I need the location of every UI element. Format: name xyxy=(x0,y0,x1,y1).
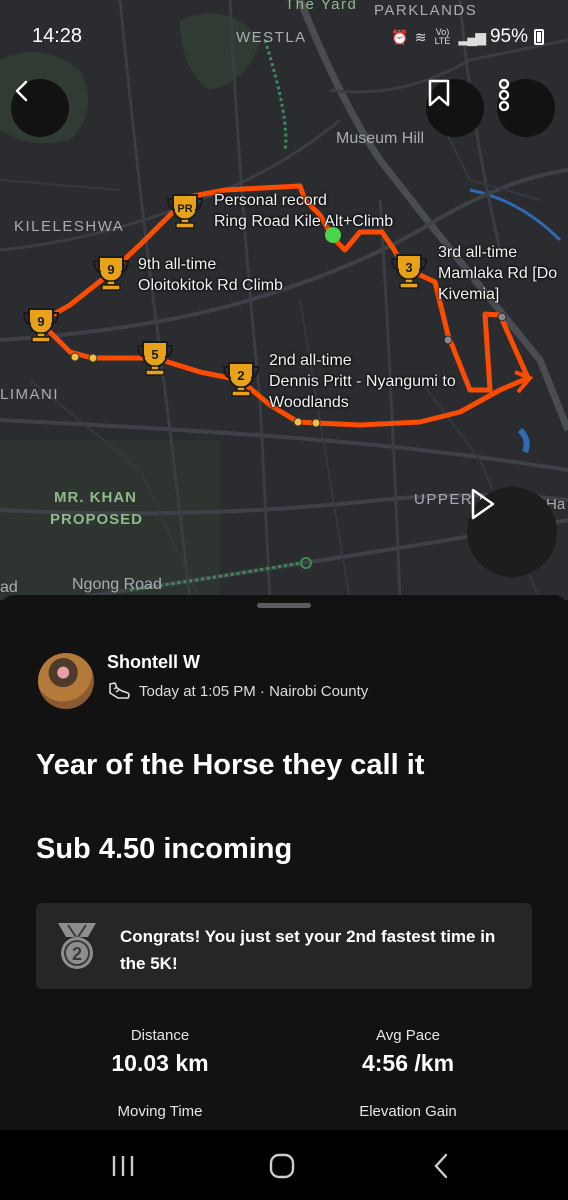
stat-moving-time: Moving Time xyxy=(60,1103,260,1120)
trophy-3-icon[interactable]: 3 xyxy=(391,252,427,290)
stat-avg-pace: Avg Pace 4:56 /km xyxy=(308,1027,508,1077)
segment-rank: Personal record xyxy=(214,192,327,209)
segment-name: Oloitokitok Rd Climb xyxy=(138,277,283,294)
bookmark-button[interactable] xyxy=(426,79,484,137)
nav-recents-button[interactable] xyxy=(103,1150,143,1182)
activity-date-location: Today at 1:05 PM · Nairobi County xyxy=(139,682,369,700)
segment-rank: 2nd all-time xyxy=(269,352,352,369)
trophy-pr-text: PR xyxy=(177,203,192,215)
play-icon xyxy=(471,488,495,520)
segment-name-cont: Woodlands xyxy=(269,394,349,411)
segment-label-2nd[interactable]: 2nd all-time Dennis Pritt - Nyangumi to … xyxy=(269,350,456,413)
trophy-9b-icon[interactable]: 9 xyxy=(23,306,59,344)
alarm-icon: ⏰ xyxy=(391,28,409,45)
battery-icon xyxy=(534,29,544,45)
shoe-icon xyxy=(109,682,130,699)
recents-icon xyxy=(112,1156,134,1176)
athlete-name[interactable]: Shontell W xyxy=(107,652,200,673)
trophy-5-icon[interactable]: 5 xyxy=(137,339,173,377)
activity-title: Year of the Horse they call it xyxy=(36,749,425,781)
signal-icon: ▂▄▆ xyxy=(458,28,486,45)
stat-value: 4:56 /km xyxy=(361,1050,455,1076)
system-nav-bar xyxy=(0,1130,568,1200)
nav-back-button[interactable] xyxy=(421,1150,461,1182)
segment-name: Mamlaka Rd [Do xyxy=(438,265,558,282)
map-label-museum-hill: Museum Hill xyxy=(336,130,425,147)
route-map[interactable]: The Yard PARKLANDS WESTLA Museum Hill KI… xyxy=(0,0,568,600)
nav-home-button[interactable] xyxy=(262,1150,302,1182)
more-options-button[interactable] xyxy=(497,79,555,137)
back-arrow-icon xyxy=(15,80,28,102)
battery-percent: 95% xyxy=(489,26,528,47)
segment-label-pr[interactable]: Personal record Ring Road Kile Alt+Climb xyxy=(214,190,393,232)
segment-label-9th[interactable]: 9th all-time Oloitokitok Rd Climb xyxy=(138,254,283,296)
trophy-2-text: 2 xyxy=(237,368,244,383)
status-icons: ⏰ ≋ Vo) LTE ▂▄▆ 95% xyxy=(391,26,544,48)
status-clock: 14:28 xyxy=(32,25,83,47)
trophy-9-icon[interactable]: 9 xyxy=(93,254,129,292)
sheet-drag-handle[interactable] xyxy=(257,603,311,608)
bookmark-icon xyxy=(428,79,450,107)
stat-label: Elevation Gain xyxy=(359,1103,457,1120)
activity-meta: Today at 1:05 PM · Nairobi County xyxy=(107,681,368,701)
map-label-ngong-road: Ngong Road xyxy=(72,576,162,593)
segment-rank: 9th all-time xyxy=(138,256,217,273)
segment-label-3rd[interactable]: 3rd all-time Mamlaka Rd [Do Kivemia] xyxy=(438,242,557,305)
trophy-9b-text: 9 xyxy=(37,314,44,329)
activity-description: Sub 4.50 incoming xyxy=(36,833,293,865)
map-label-kileleshwa: KILELESHWA xyxy=(14,218,125,235)
stat-label: Moving Time xyxy=(117,1103,203,1120)
network-type-icon: Vo) LTE xyxy=(434,27,451,46)
trophy-3-text: 3 xyxy=(405,260,412,275)
achievement-banner[interactable]: 2 Congrats! You just set your 2nd fastes… xyxy=(36,903,532,989)
map-label-limani: LIMANI xyxy=(0,386,60,403)
back-icon xyxy=(434,1153,448,1179)
avatar[interactable] xyxy=(38,653,94,709)
segment-name: Ring Road Kile Alt+Climb xyxy=(214,213,394,230)
stat-label: Distance xyxy=(130,1027,190,1044)
back-button[interactable] xyxy=(11,79,69,137)
trophy-9-text: 9 xyxy=(107,262,114,277)
play-flyover-button[interactable] xyxy=(467,487,557,577)
segment-rank: 3rd all-time xyxy=(438,244,518,261)
more-vertical-icon xyxy=(498,79,510,111)
segment-name: Dennis Pritt - Nyangumi to xyxy=(269,373,456,390)
trophy-5-text: 5 xyxy=(151,347,158,362)
segment-name-cont: Kivemia] xyxy=(438,286,500,303)
medal-rank: 2 xyxy=(72,944,82,964)
stat-elevation-gain: Elevation Gain xyxy=(308,1103,508,1120)
stat-value: 10.03 km xyxy=(111,1050,209,1076)
trophy-pr-icon[interactable]: PR xyxy=(167,192,203,230)
achievement-text: Congrats! You just set your 2nd fastest … xyxy=(120,927,496,973)
activity-sheet[interactable]: Shontell W Today at 1:05 PM · Nairobi Co… xyxy=(0,595,568,1130)
wifi-icon: ≋ xyxy=(414,28,427,45)
trophy-2-icon[interactable]: 2 xyxy=(223,360,259,398)
home-icon xyxy=(269,1153,295,1179)
medal-icon: 2 xyxy=(58,923,96,969)
status-bar: 14:28 ⏰ ≋ Vo) LTE ▂▄▆ 95% xyxy=(0,0,568,72)
map-label-proposed: PROPOSED xyxy=(50,511,144,528)
stat-label: Avg Pace xyxy=(376,1027,440,1044)
stat-distance: Distance 10.03 km xyxy=(60,1027,260,1077)
map-label-mr-khan: MR. KHAN xyxy=(54,489,137,506)
